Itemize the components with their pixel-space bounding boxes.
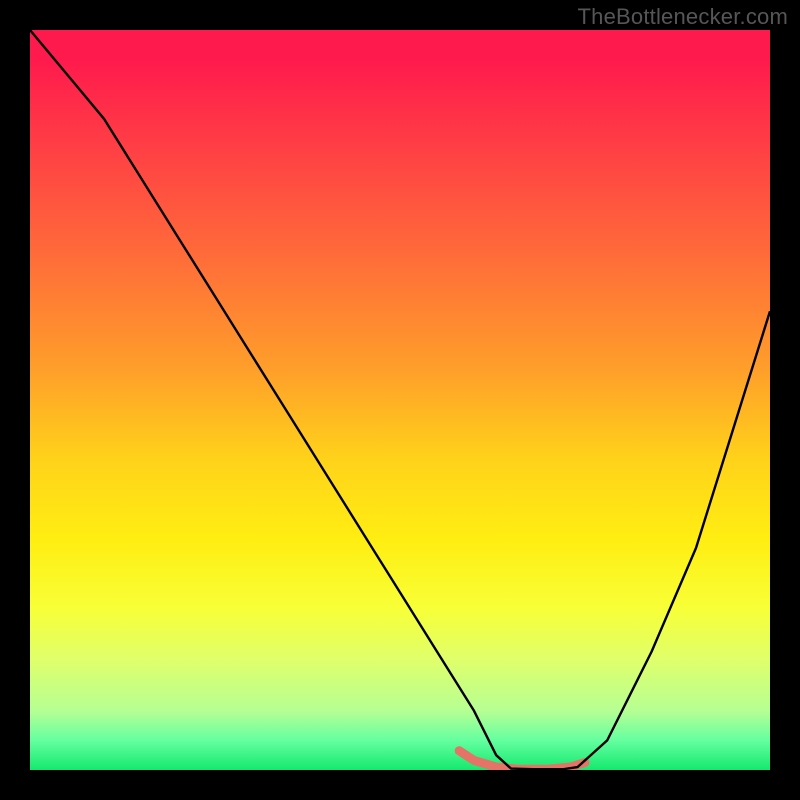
plot-area xyxy=(30,30,770,770)
watermark-text: TheBottlenecker.com xyxy=(578,4,788,30)
curve-svg xyxy=(30,30,770,770)
chart-frame: TheBottlenecker.com xyxy=(0,0,800,800)
sweet-spot-line xyxy=(459,751,585,770)
bottleneck-curve xyxy=(30,30,770,769)
